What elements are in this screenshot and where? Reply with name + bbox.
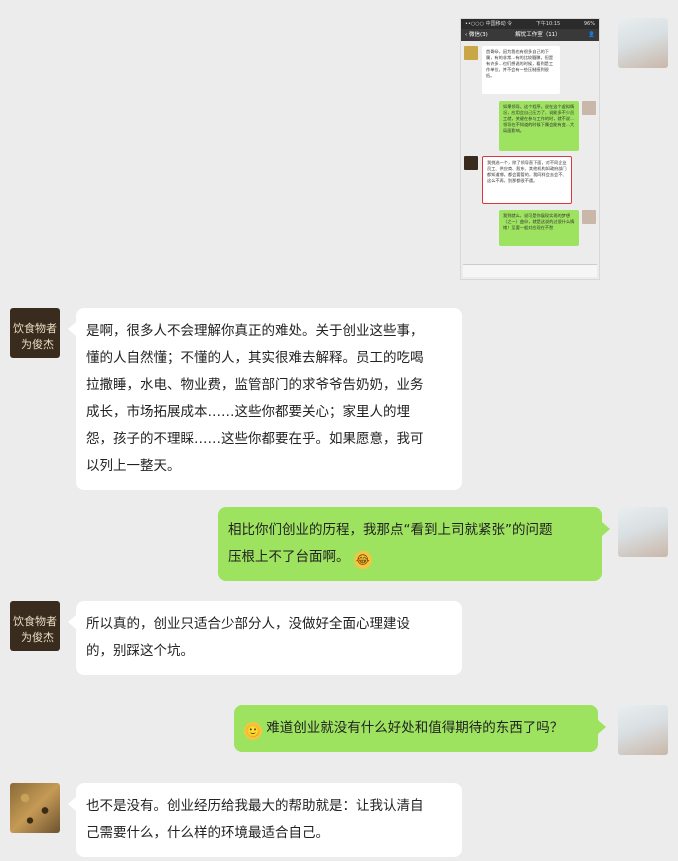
embedded-avatar — [582, 101, 596, 115]
avatar-text: 为俊杰 — [21, 631, 54, 644]
embedded-avatar — [464, 46, 478, 60]
embedded-title: 解忧工作室（11） — [515, 32, 561, 38]
embedded-message: 我到就么，说可是你展现实现的梦想（之一）曲😃，就是这说的过很什么情绪！至要一般对… — [499, 210, 579, 246]
message-line: 难道创业就没有什么好处和值得期待的东西了吗？ — [266, 720, 564, 736]
message-line: 己需要什么，什么样的环境最适合自己。 — [86, 825, 329, 841]
bubble-tail — [602, 522, 610, 536]
embedded-message: 首哥😀，因为我也有很多自己的下属，有的非常…有的比较腼腆，但是有许多…也们想说的… — [482, 46, 560, 94]
avatar-text: 饮食物者 — [13, 322, 57, 335]
avatar[interactable]: 饮食物者 为俊杰 — [10, 601, 60, 651]
smile-emoji-icon: 🙂 — [244, 722, 262, 740]
bubble-tail — [68, 797, 76, 811]
message-bubble[interactable]: 是啊，很多人不会理解你真正的难处。关于创业这些事， 懂的人自然懂；不懂的人，其实… — [76, 308, 462, 490]
embedded-message: 如果领导，这个程序，说在这个虚拟情况，应用会自己压力了，说能多不少员工就，关键在… — [499, 101, 579, 151]
message-bubble[interactable]: 相比你们创业的历程，我那点“看到上司就紧张”的问题 压根上不了台面啊。 😂 — [218, 507, 602, 581]
embedded-avatar — [582, 210, 596, 224]
embedded-nav-bar: ‹ 微信(3) 解忧工作室（11） 👤 — [461, 29, 599, 41]
embedded-battery: 96% — [583, 21, 595, 27]
embedded-avatar — [464, 156, 478, 170]
bubble-tail — [598, 720, 606, 734]
avatar-text: 为俊杰 — [21, 338, 54, 351]
bubble-tail — [68, 322, 76, 336]
message-line: 怨，孩子的不理睬……这些你都要在乎。如果愿意，我可 — [86, 431, 424, 447]
message-line: 成长，市场拓展成本……这些你都要关心；家里人的埋 — [86, 404, 410, 420]
embedded-time: 下午10:15 — [535, 21, 561, 27]
message-line: 是啊，很多人不会理解你真正的难处。关于创业这些事， — [86, 323, 424, 339]
avatar[interactable] — [10, 783, 60, 833]
message-bubble[interactable]: 也不是没有。创业经历给我最大的帮助就是：让我认清自 己需要什么，什么样的环境最适… — [76, 783, 462, 857]
bubble-tail — [68, 615, 76, 629]
embedded-message-highlighted: 我挑选一个，除了领导直下面，对不同企业员工、供应商、股东、其他机构如政府部门都知… — [482, 156, 572, 204]
avatar[interactable] — [618, 18, 668, 68]
avatar[interactable] — [618, 507, 668, 557]
embedded-back: ‹ 微信(3) — [465, 32, 488, 38]
message-line: 相比你们创业的历程，我那点“看到上司就紧张”的问题 — [228, 522, 553, 538]
message-bubble[interactable]: 所以真的，创业只适合少部分人，没做好全面心理建设 的，别踩这个坑。 — [76, 601, 462, 675]
avatar[interactable]: 饮食物者 为俊杰 — [10, 308, 60, 358]
message-line: 以列上一整天。 — [86, 458, 181, 474]
message-bubble[interactable]: 🙂 难道创业就没有什么好处和值得期待的东西了吗？ — [234, 705, 598, 752]
embedded-screenshot-image[interactable]: ••○○○ 中国移动 令 下午10:15 96% ‹ 微信(3) 解忧工作室（1… — [460, 18, 600, 280]
message-line: 压根上不了台面啊。 — [228, 549, 350, 565]
embedded-status-bar: ••○○○ 中国移动 令 下午10:15 96% — [461, 19, 599, 29]
message-line: 的，别踩这个坑。 — [86, 643, 194, 659]
avatar-text: 饮食物者 — [13, 615, 57, 628]
embedded-input-bar — [463, 264, 597, 277]
message-line: 拉撒睡，水电、物业费，监管部门的求爷爷告奶奶，业务 — [86, 377, 424, 393]
embedded-carrier: ••○○○ 中国移动 令 — [465, 21, 513, 27]
message-line: 也不是没有。创业经历给我最大的帮助就是：让我认清自 — [86, 798, 424, 814]
laughing-emoji-icon: 😂 — [353, 551, 372, 569]
message-line: 所以真的，创业只适合少部分人，没做好全面心理建设 — [86, 616, 410, 632]
message-line: 懂的人自然懂；不懂的人，其实很难去解释。员工的吃喝 — [86, 350, 424, 366]
embedded-person-icon: 👤 — [588, 32, 595, 38]
avatar[interactable] — [618, 705, 668, 755]
